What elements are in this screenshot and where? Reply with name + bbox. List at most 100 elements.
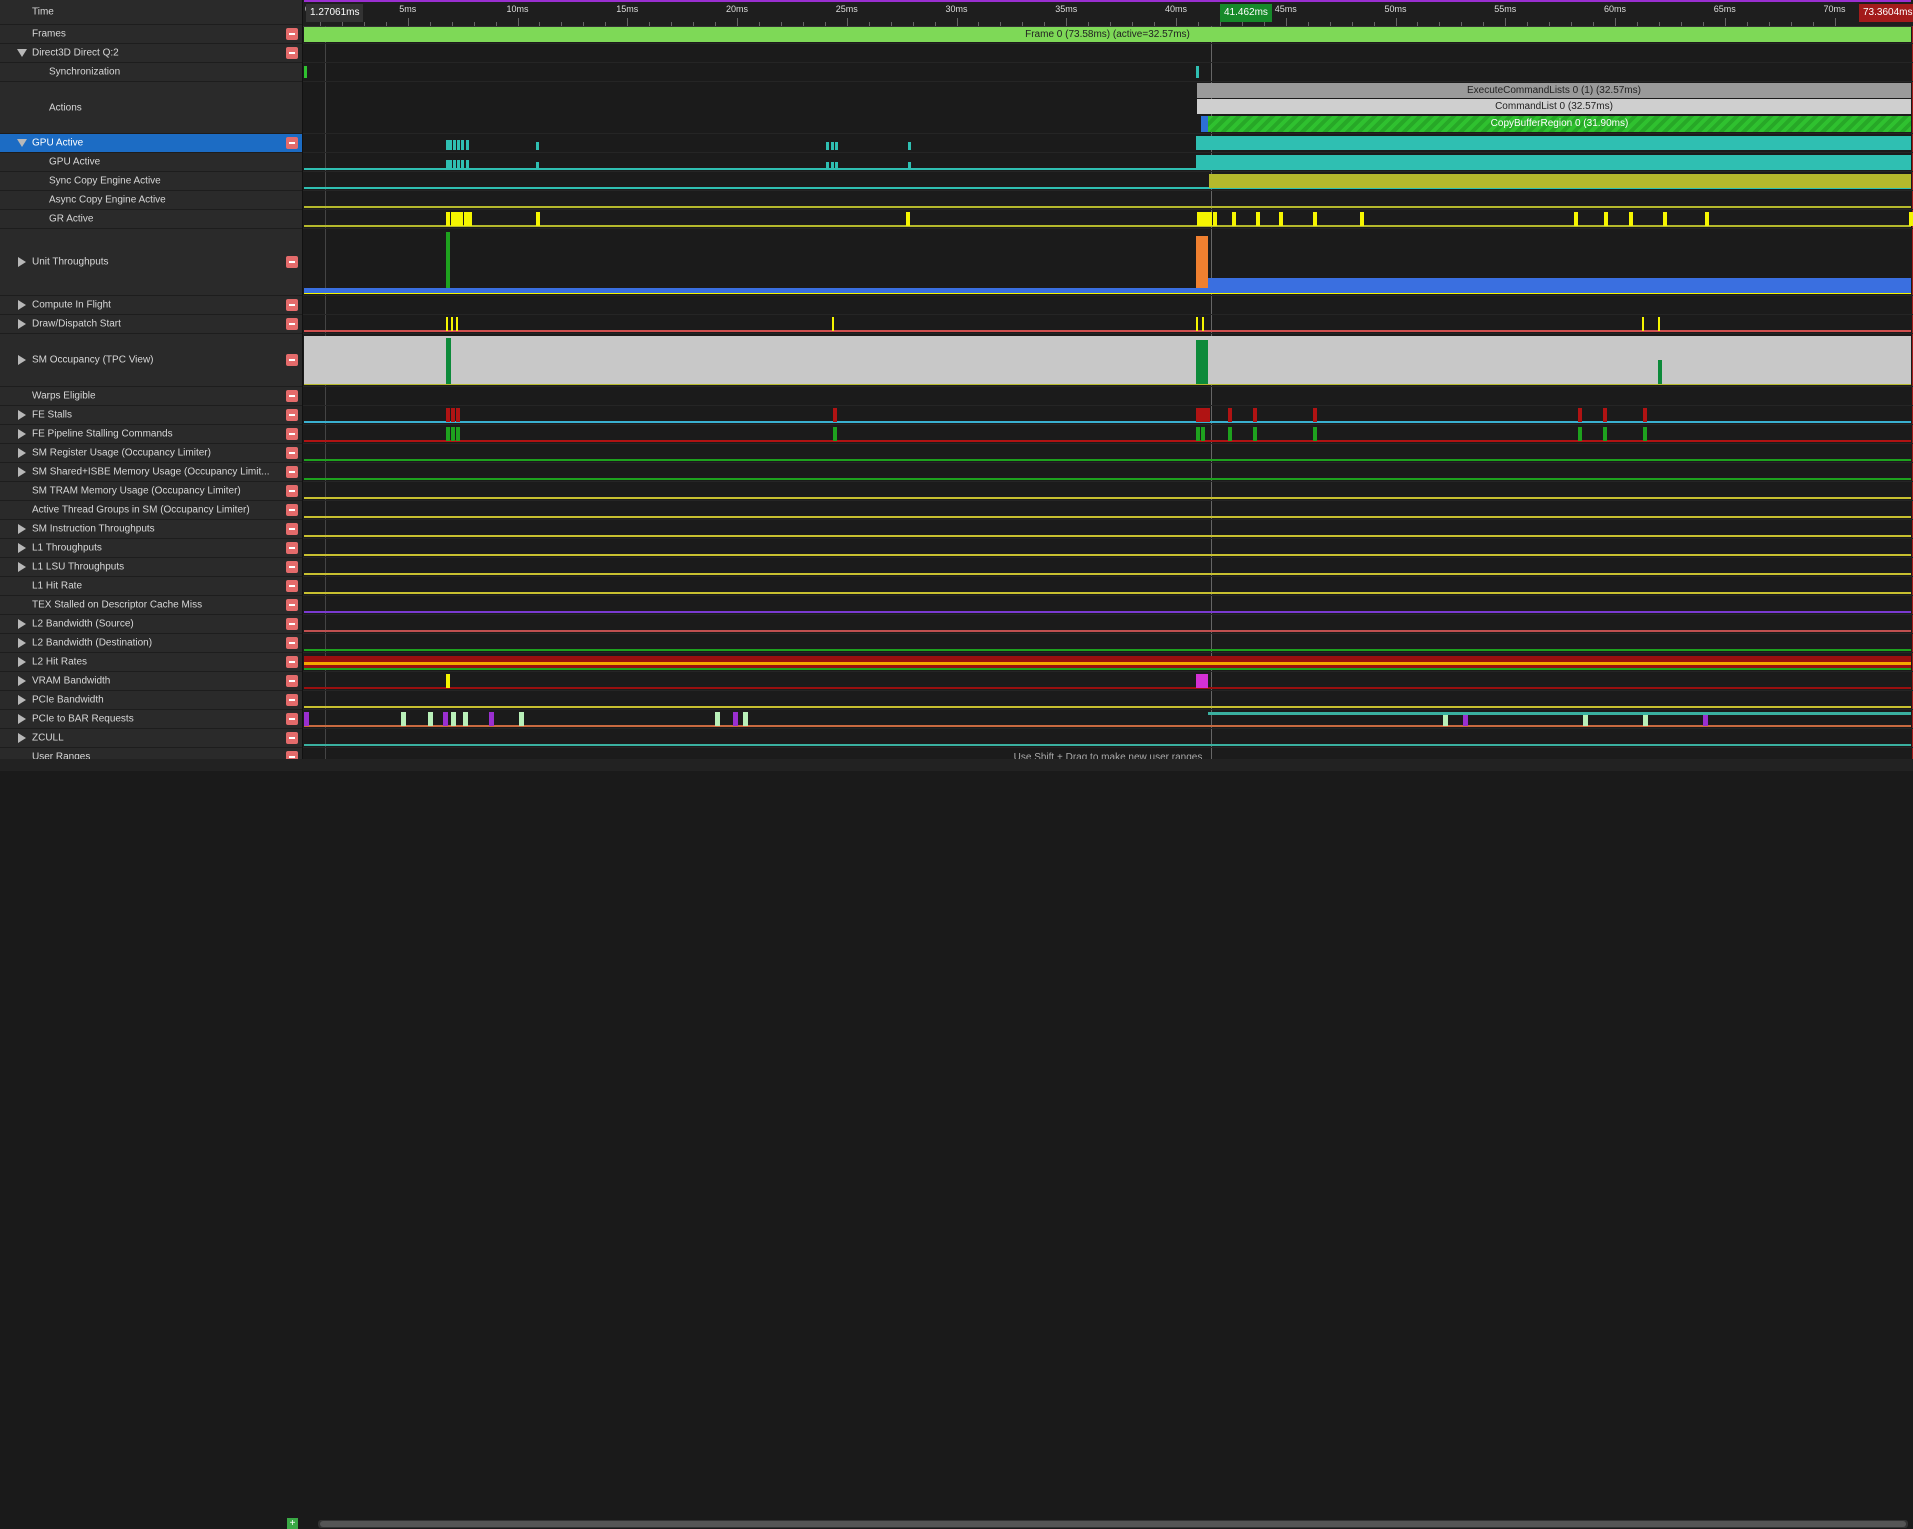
vram-spike[interactable] bbox=[446, 674, 450, 688]
row-5-header[interactable]: GPU Active bbox=[0, 134, 302, 153]
sm-occupancy-spike[interactable] bbox=[1196, 340, 1208, 384]
expand-arrow-icon[interactable] bbox=[18, 619, 26, 629]
gr-active-spike[interactable] bbox=[1604, 212, 1608, 226]
pcie-bar-request[interactable] bbox=[489, 712, 494, 726]
expand-arrow-icon[interactable] bbox=[18, 657, 26, 667]
fe-stall-spike[interactable] bbox=[1201, 408, 1205, 422]
gpu-active-fill[interactable] bbox=[1196, 136, 1911, 150]
row-29-header[interactable]: VRAM Bandwidth bbox=[0, 672, 302, 691]
track-baseline[interactable] bbox=[304, 592, 1911, 594]
remove-row-icon[interactable] bbox=[286, 675, 298, 687]
draw-dispatch-marker[interactable] bbox=[832, 317, 834, 331]
unit-throughput-fill[interactable] bbox=[1208, 278, 1911, 293]
track-baseline[interactable] bbox=[304, 573, 1911, 575]
sync-copy-fill[interactable] bbox=[1209, 174, 1911, 188]
draw-dispatch-marker[interactable] bbox=[1202, 317, 1204, 331]
track-baseline[interactable] bbox=[304, 421, 1911, 423]
row-16-header[interactable]: FE Pipeline Stalling Commands bbox=[0, 425, 302, 444]
fe-stall-spike[interactable] bbox=[451, 408, 455, 422]
expand-arrow-icon[interactable] bbox=[18, 714, 26, 724]
execute-command-lists-bar[interactable]: ExecuteCommandLists 0 (1) (32.57ms) bbox=[1197, 83, 1911, 98]
time-ruler[interactable]: 0 1.27061ms 41.462ms 73.3604ms 5ms10ms15… bbox=[303, 0, 1913, 27]
gr-active-spike[interactable] bbox=[1629, 212, 1633, 226]
expand-arrow-icon[interactable] bbox=[18, 695, 26, 705]
remove-row-icon[interactable] bbox=[286, 485, 298, 497]
track-baseline[interactable] bbox=[304, 649, 1911, 651]
track-baseline[interactable] bbox=[304, 744, 1911, 746]
gpu-activity-spike[interactable] bbox=[466, 140, 469, 150]
fe-stall-spike[interactable] bbox=[1603, 408, 1607, 422]
gr-active-spike[interactable] bbox=[1360, 212, 1364, 226]
row-11-header[interactable]: Compute In Flight bbox=[0, 296, 302, 315]
gpu-activity-spike[interactable] bbox=[461, 140, 464, 150]
sync-mark[interactable] bbox=[1196, 66, 1199, 78]
fe-stall-spike[interactable] bbox=[1228, 408, 1232, 422]
pcie-bar-request[interactable] bbox=[401, 712, 406, 726]
expand-arrow-icon[interactable] bbox=[18, 410, 26, 420]
row-6-header[interactable]: GPU Active bbox=[0, 153, 302, 172]
gpu-activity-spike[interactable] bbox=[536, 162, 539, 170]
track-baseline[interactable] bbox=[304, 535, 1911, 537]
fe-stall-spike[interactable] bbox=[446, 408, 450, 422]
row-4-header[interactable]: Actions bbox=[0, 82, 302, 134]
gpu-activity-spike[interactable] bbox=[457, 160, 460, 170]
remove-row-icon[interactable] bbox=[286, 637, 298, 649]
expand-arrow-icon[interactable] bbox=[18, 733, 26, 743]
gr-active-spike[interactable] bbox=[459, 212, 463, 226]
gpu-activity-spike[interactable] bbox=[461, 160, 464, 170]
track-baseline[interactable] bbox=[304, 611, 1911, 613]
row-30-header[interactable]: PCIe Bandwidth bbox=[0, 691, 302, 710]
row-31-header[interactable]: PCIe to BAR Requests bbox=[0, 710, 302, 729]
row-22-header[interactable]: L1 Throughputs bbox=[0, 539, 302, 558]
row-8-header[interactable]: Async Copy Engine Active bbox=[0, 191, 302, 210]
gpu-activity-spike[interactable] bbox=[536, 142, 539, 150]
row-26-header[interactable]: L2 Bandwidth (Source) bbox=[0, 615, 302, 634]
pcie-bar-fill[interactable] bbox=[1208, 712, 1911, 715]
gr-active-spike[interactable] bbox=[906, 212, 910, 226]
gpu-activity-spike[interactable] bbox=[835, 162, 838, 170]
gr-active-spike[interactable] bbox=[1232, 212, 1236, 226]
collapse-arrow-icon[interactable] bbox=[17, 139, 27, 147]
track-baseline[interactable] bbox=[304, 725, 1911, 727]
gr-active-spike[interactable] bbox=[468, 212, 472, 226]
gpu-activity-spike[interactable] bbox=[826, 162, 829, 170]
copy-buffer-region-bar[interactable]: CopyBufferRegion 0 (31.90ms) bbox=[1208, 116, 1911, 132]
l2-hit-rate-band[interactable] bbox=[304, 662, 1911, 665]
fe-pipeline-spike[interactable] bbox=[451, 427, 455, 441]
add-row-button[interactable]: + bbox=[287, 1518, 298, 1529]
expand-arrow-icon[interactable] bbox=[18, 562, 26, 572]
remove-row-icon[interactable] bbox=[286, 656, 298, 668]
remove-row-icon[interactable] bbox=[286, 390, 298, 402]
expand-arrow-icon[interactable] bbox=[18, 300, 26, 310]
gpu-activity-spike[interactable] bbox=[831, 142, 834, 150]
fe-stall-spike[interactable] bbox=[1253, 408, 1257, 422]
expand-arrow-icon[interactable] bbox=[18, 319, 26, 329]
sm-occupancy-spike[interactable] bbox=[446, 338, 451, 384]
horizontal-scrollbar[interactable] bbox=[318, 1520, 1908, 1528]
row-9-header[interactable]: GR Active bbox=[0, 210, 302, 229]
row-17-header[interactable]: SM Register Usage (Occupancy Limiter) bbox=[0, 444, 302, 463]
unit-throughput-spike[interactable] bbox=[1196, 236, 1208, 288]
remove-row-icon[interactable] bbox=[286, 354, 298, 366]
copy-start-block[interactable] bbox=[1201, 116, 1208, 132]
fe-pipeline-spike[interactable] bbox=[1313, 427, 1317, 441]
gr-active-spike[interactable] bbox=[1705, 212, 1709, 226]
draw-dispatch-marker[interactable] bbox=[1642, 317, 1644, 331]
row-20-header[interactable]: Active Thread Groups in SM (Occupancy Li… bbox=[0, 501, 302, 520]
row-10-header[interactable]: Unit Throughputs bbox=[0, 229, 302, 296]
pcie-bar-request[interactable] bbox=[443, 712, 448, 726]
row-28-header[interactable]: L2 Hit Rates bbox=[0, 653, 302, 672]
gpu-activity-spike[interactable] bbox=[835, 142, 838, 150]
gr-active-spike[interactable] bbox=[1663, 212, 1667, 226]
track-baseline[interactable] bbox=[304, 687, 1911, 689]
row-25-header[interactable]: TEX Stalled on Descriptor Cache Miss bbox=[0, 596, 302, 615]
row-13-header[interactable]: SM Occupancy (TPC View) bbox=[0, 334, 302, 387]
track-baseline[interactable] bbox=[304, 330, 1911, 332]
row-32-header[interactable]: ZCULL bbox=[0, 729, 302, 748]
row-14-header[interactable]: Warps Eligible bbox=[0, 387, 302, 406]
remove-row-icon[interactable] bbox=[286, 256, 298, 268]
sm-occupancy-spike[interactable] bbox=[1658, 360, 1662, 384]
gpu-activity-spike[interactable] bbox=[908, 142, 911, 150]
fe-pipeline-spike[interactable] bbox=[1578, 427, 1582, 441]
gpu-activity-spike[interactable] bbox=[449, 160, 452, 170]
